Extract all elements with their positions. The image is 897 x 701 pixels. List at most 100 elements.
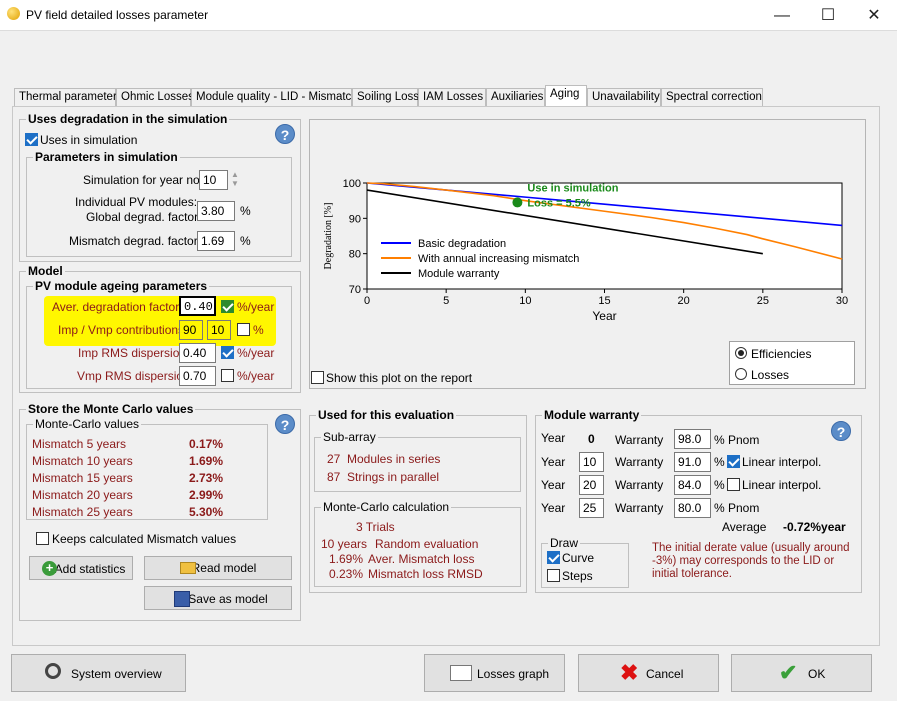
ok-button[interactable]: ✔ OK	[731, 654, 872, 692]
global-degrad-input[interactable]: 3.80	[197, 201, 235, 221]
efficiencies-radio[interactable]	[735, 347, 747, 359]
years-value: 10 years	[321, 537, 368, 551]
vmp-contribution-input[interactable]: 10	[207, 320, 231, 340]
linear-interpol-checkbox[interactable]	[727, 455, 740, 468]
tab-aging[interactable]: Aging	[545, 85, 587, 108]
tab-iam-losses[interactable]: IAM Losses	[418, 88, 486, 107]
imp-rms-input[interactable]: 0.40	[179, 343, 216, 363]
warranty-unit: % Pnom	[714, 433, 760, 447]
minimize-button[interactable]: —	[759, 0, 805, 31]
tab-soiling-loss[interactable]: Soiling Loss	[352, 88, 419, 107]
year-input[interactable]: 10	[199, 170, 228, 190]
close-button[interactable]: ✕	[851, 0, 897, 31]
use-in-simulation-marker	[512, 197, 523, 208]
warranty-label: Warranty	[615, 501, 664, 515]
mismatch-degrad-input[interactable]: 1.69	[197, 231, 235, 251]
warranty-value-input[interactable]: 98.0	[674, 429, 711, 449]
save-as-model-button[interactable]: Save as model	[144, 586, 292, 610]
uses-in-simulation-checkbox[interactable]	[25, 133, 38, 146]
warranty-unit: %	[714, 455, 725, 469]
system-overview-button[interactable]: System overview	[11, 654, 186, 692]
vmp-rms-checkbox[interactable]	[221, 369, 234, 382]
x-tick-label: 0	[364, 295, 370, 307]
tab-ohmic-losses[interactable]: Ohmic Losses	[116, 88, 194, 107]
x-tick-label: 15	[598, 295, 610, 307]
add-statistics-button[interactable]: + Add statistics	[29, 556, 133, 580]
keep-mismatch-label: Keeps calculated Mismatch values	[52, 532, 237, 546]
y-tick-label: 80	[349, 249, 361, 261]
tab-spectral-correction[interactable]: Spectral correction	[661, 88, 763, 107]
steps-checkbox[interactable]	[547, 569, 560, 582]
warranty-value-input[interactable]: 91.0	[674, 452, 711, 472]
warranty-value-input[interactable]: 80.0	[674, 498, 711, 518]
checkmark-icon: ✔	[779, 660, 798, 685]
losses-label: Losses	[751, 368, 790, 382]
magnifier-icon	[45, 663, 61, 679]
y-tick-label: 70	[349, 284, 361, 296]
legend-label-1: With annual increasing mismatch	[418, 253, 579, 265]
imp-rms-label: Imp RMS dispersion	[78, 346, 187, 360]
mc-row-value: 1.69%	[189, 454, 224, 468]
show-on-report-checkbox[interactable]	[311, 371, 324, 384]
legend-label-0: Basic degradation	[418, 238, 506, 250]
mismatch-degrad-label: Mismatch degrad. factor	[69, 234, 198, 248]
warranty-year-value: 0	[588, 432, 595, 446]
x-axis-label: Year	[592, 309, 616, 323]
ageing-params-title: PV module ageing parameters	[33, 279, 210, 293]
vmp-rms-unit: %/year	[237, 369, 275, 383]
warranty-year-input[interactable]: 20	[579, 475, 604, 495]
tab-unavailability[interactable]: Unavailability	[587, 88, 661, 107]
losses-graph-button[interactable]: Losses graph	[424, 654, 565, 692]
x-tick-label: 20	[678, 295, 690, 307]
vmp-rms-label: Vmp RMS dispersion	[77, 369, 190, 383]
warranty-year-input[interactable]: 25	[579, 498, 604, 518]
imp-vmp-unit: %	[253, 323, 264, 337]
imp-contribution-input[interactable]: 90	[179, 320, 203, 340]
maximize-button[interactable]: ☐	[805, 0, 851, 31]
aver-degradation-checkbox[interactable]	[221, 300, 234, 313]
save-icon	[174, 591, 190, 607]
x-tick-label: 25	[757, 295, 769, 307]
annotation-loss-label: Loss = 5.5%	[527, 197, 591, 209]
efficiencies-label: Efficiencies	[751, 347, 812, 361]
year-spinner-icon[interactable]: ▲ ▼	[231, 170, 239, 188]
y-tick-label: 100	[343, 178, 361, 190]
vmp-rms-input[interactable]: 0.70	[179, 366, 216, 386]
aver-degradation-unit: %/year	[237, 300, 275, 314]
y-axis-label: Degradation [%]	[323, 203, 334, 270]
tab-auxiliaries[interactable]: Auxiliaries	[486, 88, 545, 107]
help-icon[interactable]: ?	[275, 124, 295, 144]
warranty-year-input[interactable]: 10	[579, 452, 604, 472]
mc-row-value: 2.99%	[189, 488, 224, 502]
imp-vmp-checkbox[interactable]	[237, 323, 250, 336]
read-model-button[interactable]: Read model	[144, 556, 292, 580]
aver-degradation-input[interactable]: 0.40	[179, 296, 216, 316]
losses-radio[interactable]	[735, 368, 747, 380]
mismatch-degrad-unit: %	[240, 234, 251, 248]
cancel-x-icon: ✖	[620, 660, 639, 685]
imp-rms-checkbox[interactable]	[221, 346, 234, 359]
linear-interpol-checkbox[interactable]	[727, 478, 740, 491]
warranty-year-label: Year	[541, 455, 566, 469]
folder-icon	[180, 562, 196, 574]
cancel-button[interactable]: ✖ Cancel	[578, 654, 719, 692]
help-icon[interactable]: ?	[831, 421, 851, 441]
tab-module-quality[interactable]: Module quality - LID - Mismatch	[191, 88, 358, 107]
keep-mismatch-checkbox[interactable]	[36, 532, 49, 545]
help-icon[interactable]: ?	[275, 414, 295, 434]
mc-row-label: Mismatch 10 years	[32, 454, 133, 468]
trials-label: 3 Trials	[356, 520, 395, 534]
curve-label: Curve	[562, 551, 595, 565]
global-degrad-unit: %	[240, 204, 251, 218]
warranty-label: Warranty	[615, 455, 664, 469]
window-title: PV field detailed losses parameter	[26, 8, 209, 22]
mismatch-rmsd-label: Mismatch loss RMSD	[368, 567, 483, 581]
linear-interpol-label: Linear interpol.	[742, 455, 822, 469]
warranty-note: The initial derate value (usually around…	[652, 542, 850, 580]
annotation-label: Use in simulation	[527, 182, 618, 194]
curve-checkbox[interactable]	[547, 551, 560, 564]
warranty-value-input[interactable]: 84.0	[674, 475, 711, 495]
strings-label: Strings in parallel	[347, 470, 440, 484]
tab-thermal-parameter[interactable]: Thermal parameter	[14, 88, 117, 107]
warranty-year-label: Year	[541, 478, 566, 492]
